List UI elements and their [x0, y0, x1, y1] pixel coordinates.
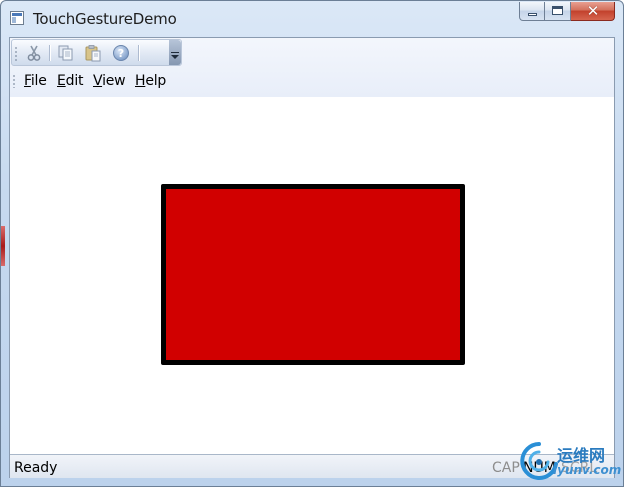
maximize-icon	[552, 6, 563, 15]
scroll-lock-indicator: SCRL	[561, 460, 598, 476]
cut-button[interactable]	[25, 44, 43, 62]
copy-icon	[58, 45, 73, 61]
menu-help[interactable]: Help	[135, 73, 166, 89]
maximize-button[interactable]	[545, 2, 571, 21]
toolbar-separator	[49, 45, 51, 61]
menu-edit-label: dit	[65, 73, 84, 89]
menu-file-label: ile	[30, 73, 47, 89]
toolbar-overflow-button[interactable]	[169, 40, 181, 65]
toolbar-grip-handle[interactable]	[15, 46, 17, 61]
app-window: TouchGestureDemo ✕ ? File Edit View Help…	[0, 0, 624, 487]
menubar-grip-handle[interactable]	[13, 74, 15, 88]
window-title: TouchGestureDemo	[33, 10, 177, 28]
help-icon: ?	[113, 45, 129, 61]
status-text: Ready	[14, 460, 58, 476]
menu-file[interactable]: File	[24, 73, 47, 89]
menu-view-label: iew	[102, 73, 126, 89]
close-button[interactable]: ✕	[571, 2, 615, 21]
menu-help-label: elp	[145, 73, 167, 89]
gesture-canvas[interactable]	[10, 97, 614, 454]
paste-button[interactable]	[84, 44, 102, 62]
num-lock-indicator: NUM	[523, 460, 556, 476]
menu-view[interactable]: View	[93, 73, 126, 89]
scissors-icon	[27, 45, 41, 61]
copy-button[interactable]	[57, 44, 75, 62]
toolbar: ?	[11, 39, 182, 66]
help-button[interactable]: ?	[112, 44, 130, 62]
svg-text:?: ?	[118, 47, 124, 60]
background-window-edge	[1, 226, 5, 266]
caps-lock-indicator: CAP	[492, 460, 520, 476]
menu-edit-mnemonic: E	[57, 73, 66, 89]
minimize-button[interactable]	[519, 2, 545, 21]
app-icon[interactable]	[10, 11, 24, 25]
command-band: ? File Edit View Help	[10, 38, 614, 98]
title-bar[interactable]: TouchGestureDemo ✕	[1, 1, 623, 37]
menu-bar: File Edit View Help	[10, 70, 614, 92]
menu-view-mnemonic: V	[93, 73, 103, 89]
status-bar: Ready CAP NUM SCRL	[10, 454, 614, 478]
toolbar-separator	[138, 45, 140, 61]
caption-buttons: ✕	[519, 2, 615, 22]
menu-help-mnemonic: H	[135, 73, 146, 89]
client-area: ? File Edit View Help Ready CAP NUM SCRL	[9, 37, 615, 478]
red-rectangle[interactable]	[161, 184, 465, 365]
menu-file-mnemonic: F	[24, 73, 31, 89]
paste-icon	[85, 45, 101, 62]
menu-edit[interactable]: Edit	[57, 73, 84, 89]
close-icon: ✕	[586, 2, 600, 20]
minimize-icon	[528, 13, 537, 16]
